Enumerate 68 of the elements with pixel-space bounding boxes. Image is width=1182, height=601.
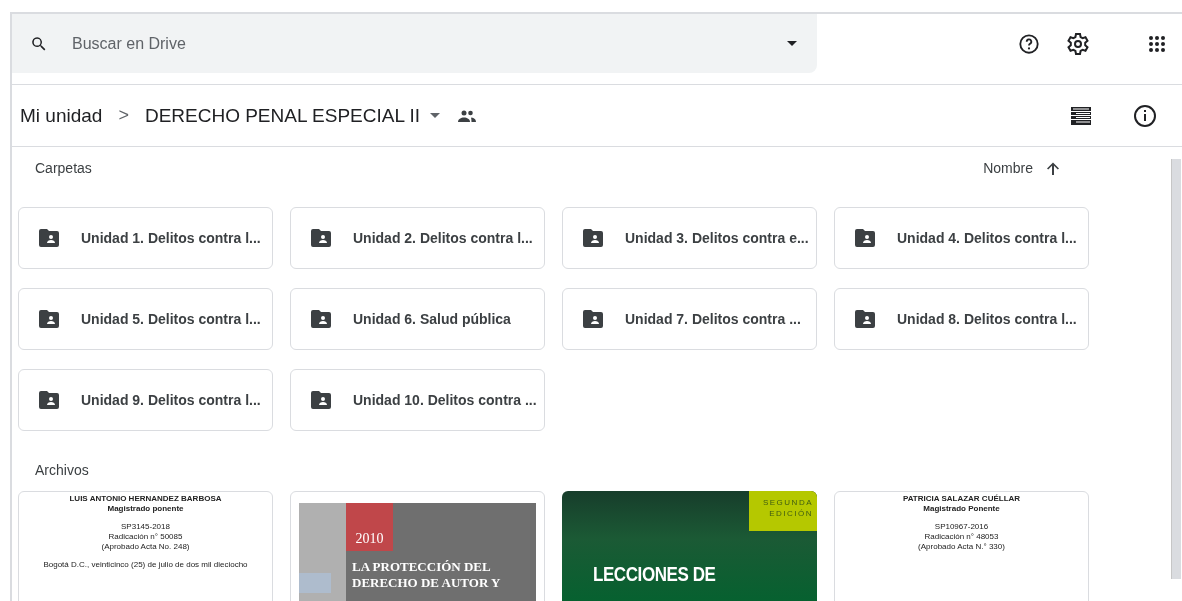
current-folder-title[interactable]: DERECHO PENAL ESPECIAL II [144, 104, 421, 127]
document-thumbnail[interactable]: LUIS ANTONIO HERNANDEZ BARBOSA Magistrado ponente SP3145-2018 Radicación n° 50085 (Aprobado Acta No. 248) Bogotá D.C., veinticinco (25) de julio de dos mil dieciocho [18, 491, 273, 601]
folder-name: Unidad 3. Delitos contra e... [625, 230, 809, 246]
folder-card[interactable]: Unidad 9. Delitos contra l... [18, 369, 273, 431]
folder-name: Unidad 9. Delitos contra l... [81, 392, 261, 408]
folder-card[interactable]: Unidad 8. Delitos contra l... [834, 288, 1089, 350]
shared-folder-icon [311, 310, 331, 328]
folder-name: Unidad 8. Delitos contra l... [897, 311, 1077, 327]
document-text: SP10967-2016 [934, 522, 989, 532]
cover-title: DERECHO DE AUTOR Y [352, 575, 502, 591]
document-thumbnail[interactable]: PATRICIA SALAZAR CUÉLLAR Magistrado Ponente SP10967-2016 Radicación n° 48053 (Aprobado Acta N.° 330) [834, 491, 1089, 601]
dropdown-icon[interactable] [430, 113, 441, 118]
folder-card[interactable]: Unidad 10. Delitos contra ... [290, 369, 545, 431]
list-view-icon[interactable] [1071, 106, 1091, 125]
cover-title: LA PROTECCIÓN DEL [352, 559, 492, 575]
folder-card[interactable]: Unidad 5. Delitos contra l... [18, 288, 273, 350]
cover-block [299, 573, 331, 593]
breadcrumb-separator: > [118, 105, 129, 126]
folder-name: Unidad 7. Delitos contra ... [625, 311, 801, 327]
document-text: PATRICIA SALAZAR CUÉLLAR [902, 494, 1021, 504]
apps-grid-icon[interactable] [1148, 34, 1166, 53]
book-cover-thumbnail[interactable]: SEGUNDA EDICIÓN LECCIONES DE [562, 491, 817, 601]
folder-name: Unidad 5. Delitos contra l... [81, 311, 261, 327]
shared-folder-icon [311, 391, 331, 409]
shared-folder-icon [311, 229, 331, 247]
document-text: Bogotá D.C., veinticinco (25) de julio de dos mil dieciocho [43, 560, 248, 570]
document-text: (Aprobado Acta N.° 330) [918, 542, 1005, 552]
document-text: Magistrado ponente [107, 504, 184, 514]
folder-card[interactable]: Unidad 3. Delitos contra e... [562, 207, 817, 269]
folder-name: Unidad 4. Delitos contra l... [897, 230, 1077, 246]
folder-card[interactable]: Unidad 4. Delitos contra l... [834, 207, 1089, 269]
folder-card[interactable]: Unidad 7. Delitos contra ... [562, 288, 817, 350]
settings-icon[interactable] [1066, 31, 1090, 56]
document-text: Radicación n° 50085 [108, 532, 183, 542]
shared-folder-icon [39, 310, 59, 328]
shared-folder-icon [583, 229, 603, 247]
document-text: SP3145-2018 [121, 522, 170, 532]
info-icon[interactable] [1133, 103, 1157, 128]
document-text: LUIS ANTONIO HERNANDEZ BARBOSA [69, 494, 222, 504]
document-text: Magistrado Ponente [923, 504, 1000, 514]
folder-card[interactable]: Unidad 2. Delitos contra l... [290, 207, 545, 269]
edition-label: SEGUNDA EDICIÓN [749, 491, 817, 531]
folder-name: Unidad 6. Salud pública [353, 311, 511, 327]
folder-name: Unidad 10. Delitos contra ... [353, 392, 537, 408]
document-text: (Aprobado Acta No. 248) [101, 542, 190, 552]
shared-folder-icon [855, 310, 875, 328]
shared-folder-icon [583, 310, 603, 328]
search-field[interactable]: Buscar en Drive [70, 33, 787, 54]
book-cover-thumbnail[interactable]: 2010 LA PROTECCIÓN DEL DERECHO DE AUTOR Y [290, 491, 545, 601]
cover-year: 2010 [346, 503, 393, 551]
dropdown-icon[interactable] [787, 41, 797, 46]
section-heading: Archivos [35, 462, 89, 478]
search-icon [30, 34, 48, 53]
scrollbar[interactable] [1171, 159, 1181, 579]
search-box[interactable]: Buscar en Drive [12, 14, 817, 73]
shared-folder-icon [39, 229, 59, 247]
folder-card[interactable]: Unidad 1. Delitos contra l... [18, 207, 273, 269]
document-text: Radicación n° 48053 [924, 532, 999, 542]
section-heading: Carpetas [35, 160, 92, 176]
help-icon[interactable] [1018, 32, 1040, 55]
shared-folder-icon [855, 229, 875, 247]
folder-name: Unidad 2. Delitos contra l... [353, 230, 533, 246]
folder-name: Unidad 1. Delitos contra l... [81, 230, 261, 246]
shared-folder-icon [39, 391, 59, 409]
sort-button[interactable]: Nombre [977, 159, 1065, 177]
cover-title: LECCIONES DE [593, 563, 716, 586]
folder-card[interactable]: Unidad 6. Salud pública [290, 288, 545, 350]
breadcrumb-link[interactable]: Mi unidad [20, 104, 103, 127]
